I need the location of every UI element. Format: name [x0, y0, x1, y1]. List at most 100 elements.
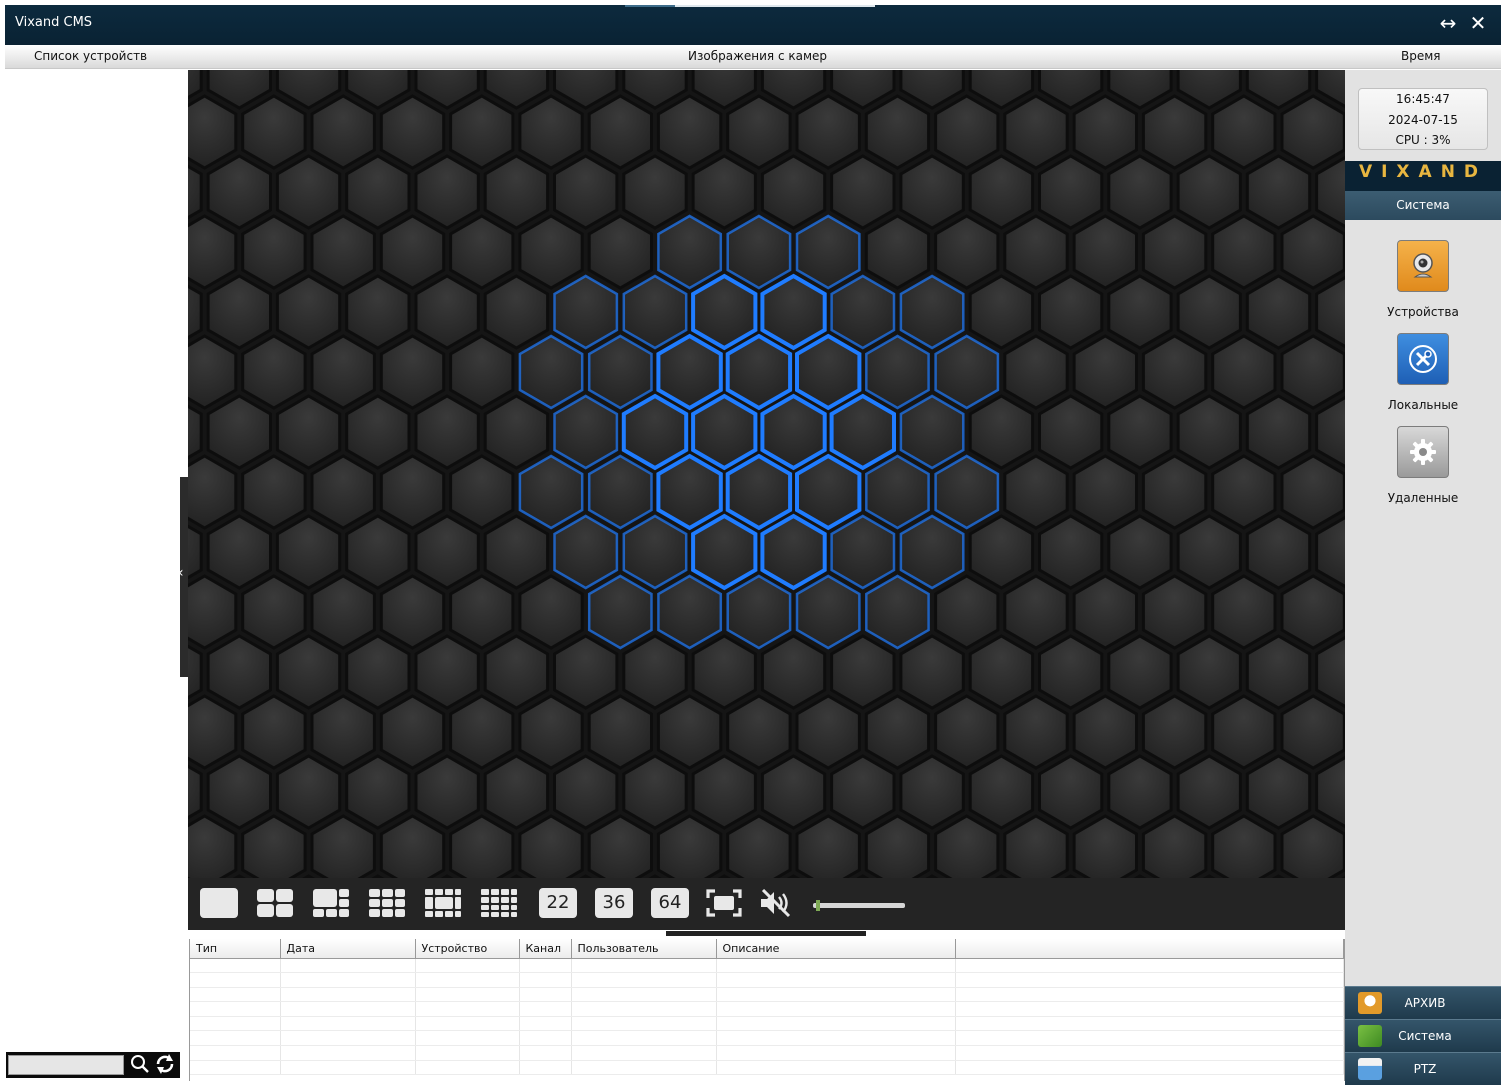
table-cell [415, 972, 520, 988]
table-cell [415, 958, 520, 974]
ptz-label: PTZ [1413, 1062, 1437, 1076]
clock-date: 2024-07-15 [1388, 112, 1458, 127]
system-section-title: Система [1345, 191, 1501, 220]
table-cell [716, 1030, 956, 1047]
hexagon-tile [691, 393, 758, 471]
layout-36-button[interactable]: 36 [595, 888, 633, 918]
table-row [190, 958, 1344, 974]
search-input[interactable] [8, 1055, 124, 1075]
brand-logo: VIXAND [1345, 161, 1501, 191]
layout-16-button[interactable] [480, 888, 518, 918]
camera-images-header: Изображения с камер [688, 49, 828, 63]
volume-slider-knob[interactable] [815, 900, 820, 911]
column-header-channel[interactable]: Канал [519, 939, 572, 959]
table-cell [716, 958, 956, 974]
system-button[interactable]: Система [1345, 1019, 1501, 1052]
camera-view[interactable] [188, 70, 1345, 878]
table-cell [571, 1060, 717, 1076]
table-cell [519, 972, 572, 988]
volume-slider[interactable] [813, 900, 905, 911]
column-header-blank [955, 939, 1344, 959]
table-cell [716, 1060, 956, 1076]
hexagon-tile [691, 273, 758, 351]
table-cell [519, 958, 572, 974]
app-title: Vixand CMS [15, 15, 93, 30]
column-header-date[interactable]: Дата [280, 939, 416, 959]
local-settings-item[interactable]: Локальные [1345, 333, 1501, 412]
devices-label: Устройства [1387, 305, 1459, 319]
title-accent [625, 5, 675, 7]
hexagon-tile [621, 393, 689, 471]
column-header-description[interactable]: Описание [716, 939, 956, 959]
ptz-icon [1358, 1058, 1382, 1080]
table-cell [519, 1001, 572, 1017]
device-list-panel[interactable] [5, 70, 183, 1081]
archive-label: АРХИВ [1404, 996, 1446, 1010]
table-cell [415, 1001, 520, 1017]
title-accent-light [675, 5, 875, 7]
table-cell [190, 987, 281, 1003]
layout-1-button[interactable] [200, 888, 238, 918]
table-cell [519, 1045, 572, 1061]
hexagon-tile [656, 333, 723, 411]
system-label: Система [1398, 1029, 1452, 1043]
fullscreen-icon[interactable] [705, 888, 743, 918]
hexagon-tile [760, 513, 827, 591]
table-cell [190, 1030, 281, 1047]
table-cell [571, 1045, 717, 1061]
resize-icon[interactable]: ↔ [1435, 11, 1461, 35]
table-cell [571, 987, 717, 1003]
title-bar: Vixand CMS ↔ ✕ [5, 5, 1501, 45]
table-cell [955, 1001, 1344, 1017]
column-header-device[interactable]: Устройство [415, 939, 520, 959]
table-cell [519, 1016, 572, 1032]
layout-22-button[interactable]: 22 [539, 888, 577, 918]
column-header-user[interactable]: Пользователь [571, 939, 717, 959]
panel-collapse-handle[interactable]: ‹ [178, 477, 188, 677]
table-cell [280, 1001, 416, 1017]
table-row [190, 972, 1344, 988]
layout-4-button[interactable] [256, 888, 294, 918]
layout-6-button[interactable] [312, 888, 350, 918]
webcam-icon [1397, 240, 1449, 292]
table-cell [280, 1060, 416, 1076]
remote-settings-label: Удаленные [1387, 491, 1459, 505]
table-cell [571, 1016, 717, 1032]
table-row [190, 1045, 1344, 1061]
table-cell [519, 1030, 572, 1047]
table-cell [955, 972, 1344, 988]
mute-icon[interactable] [759, 888, 797, 918]
devices-item[interactable]: Устройства [1345, 240, 1501, 319]
ptz-button[interactable]: PTZ [1345, 1052, 1501, 1085]
clock-time: 16:45:47 [1396, 92, 1450, 106]
table-cell [190, 1001, 281, 1017]
gear-icon [1397, 426, 1449, 478]
remote-settings-item[interactable]: Удаленные [1345, 426, 1501, 505]
table-cell [190, 972, 281, 988]
table-cell [716, 1001, 956, 1017]
chevron-left-icon: ‹ [178, 565, 184, 581]
layout-9-button[interactable] [368, 888, 406, 918]
time-header: Время [1401, 49, 1441, 63]
view-toolbar: 22 36 64 [188, 878, 1345, 944]
hexagon-background [188, 70, 1345, 878]
layout-13-button[interactable] [424, 888, 462, 918]
hexagon-tile [795, 453, 862, 531]
table-cell [415, 1060, 520, 1076]
log-table-body [190, 958, 1344, 1076]
table-cell [190, 958, 281, 974]
event-log-table[interactable]: Тип Дата Устройство Канал Пользователь О… [189, 939, 1345, 1081]
search-icon[interactable] [130, 1053, 150, 1080]
table-cell [415, 1016, 520, 1032]
archive-button[interactable]: АРХИВ [1345, 986, 1501, 1019]
hexagon-tile [656, 453, 723, 531]
close-icon[interactable]: ✕ [1465, 11, 1491, 35]
table-cell [519, 987, 572, 1003]
table-row [190, 1060, 1344, 1076]
hexagon-tile [725, 453, 793, 531]
refresh-icon[interactable] [154, 1053, 176, 1080]
layout-64-button[interactable]: 64 [651, 888, 689, 918]
column-header-type[interactable]: Тип [190, 939, 281, 959]
table-cell [716, 1045, 956, 1061]
tools-icon [1397, 333, 1449, 385]
